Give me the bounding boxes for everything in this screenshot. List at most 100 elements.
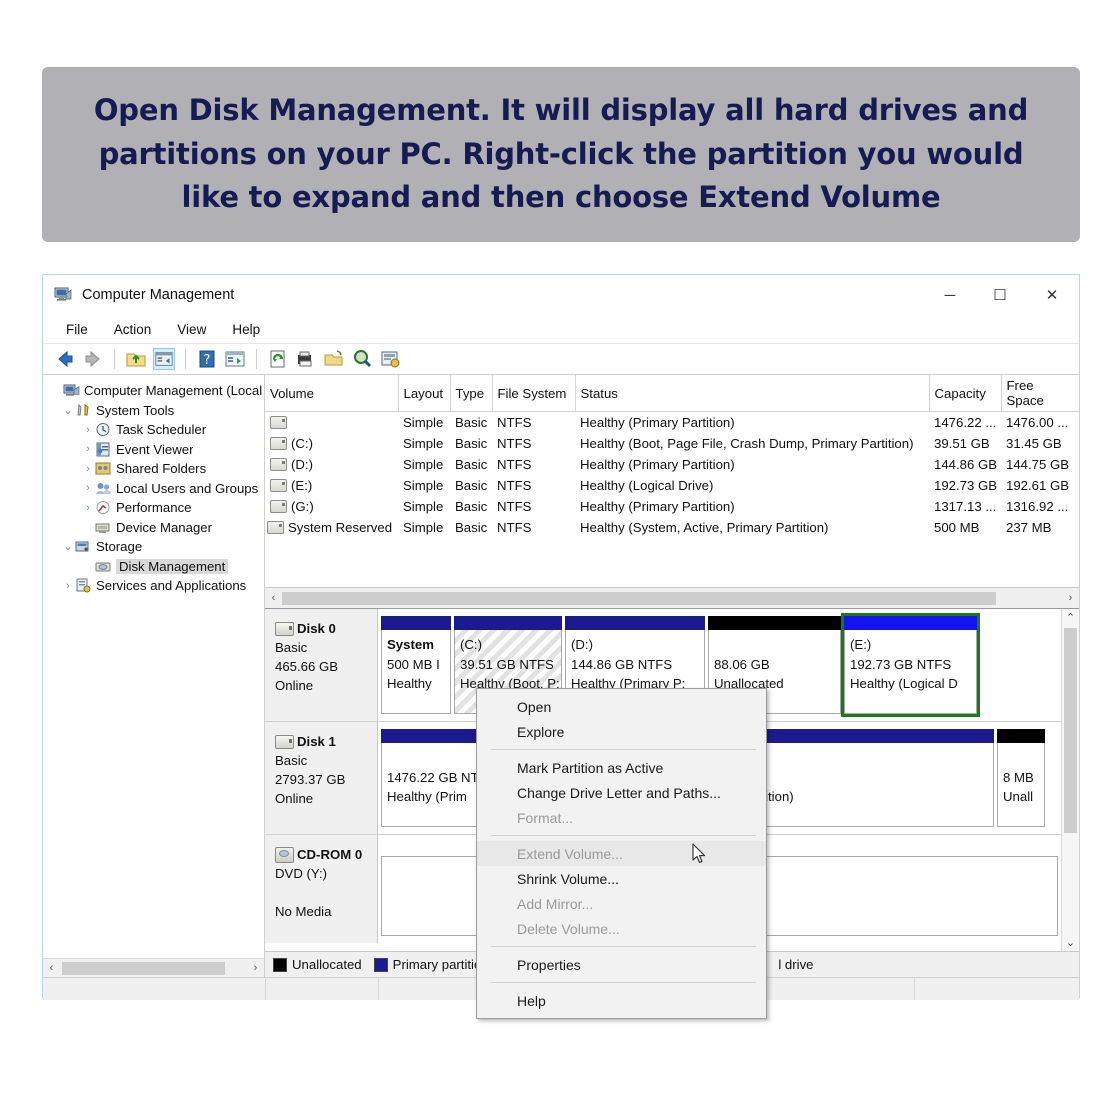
partition-title xyxy=(1003,748,1039,768)
scrollbar-thumb[interactable] xyxy=(62,962,225,975)
scroll-right-arrow[interactable]: › xyxy=(247,962,264,974)
column-header-volume[interactable]: Volume xyxy=(265,375,398,412)
zoom-icon[interactable] xyxy=(351,348,373,370)
context-menu-item-open[interactable]: Open xyxy=(477,694,766,719)
open-folder-icon[interactable] xyxy=(323,348,345,370)
expander-right-icon[interactable]: › xyxy=(61,580,75,592)
volume-list-horizontal-scrollbar[interactable]: ‹ › xyxy=(265,587,1079,609)
expander-down-icon[interactable]: ⌄ xyxy=(61,404,75,417)
context-menu-item-explore[interactable]: Explore xyxy=(477,719,766,744)
cell-capacity: 1476.22 ... xyxy=(929,412,1001,434)
context-menu-item-properties[interactable]: Properties xyxy=(477,952,766,977)
help-icon[interactable]: ? xyxy=(196,348,218,370)
sidebar-horizontal-scrollbar[interactable]: ‹ › xyxy=(43,958,264,977)
column-header-file-system[interactable]: File System xyxy=(492,375,575,412)
performance-icon xyxy=(95,500,112,515)
close-button[interactable]: ✕ xyxy=(1025,275,1079,315)
table-row[interactable]: (G:) Simple Basic NTFS Healthy (Primary … xyxy=(265,496,1079,517)
properties-pane-icon[interactable] xyxy=(224,348,246,370)
context-menu-item-shrink-volume[interactable]: Shrink Volume... xyxy=(477,866,766,891)
back-arrow-icon[interactable] xyxy=(54,348,76,370)
table-row[interactable]: (D:) Simple Basic NTFS Healthy (Primary … xyxy=(265,454,1079,475)
tree-item-shared-folders[interactable]: › Shared Folders xyxy=(45,459,264,479)
scroll-up-arrow[interactable]: ⌃ xyxy=(1066,609,1075,626)
scrollbar-thumb[interactable] xyxy=(1064,628,1077,833)
sidebar-item-disk-management[interactable]: Disk Management xyxy=(45,557,264,577)
tree-label: Device Manager xyxy=(116,520,212,535)
shared-folders-icon xyxy=(95,461,112,476)
context-menu-item-extend-volume[interactable]: Extend Volume... xyxy=(477,841,766,866)
tree-item-performance[interactable]: › Performance xyxy=(45,498,264,518)
partition-e[interactable]: (E:) 192.73 GB NTFS Healthy (Logical D xyxy=(844,616,977,714)
tree-item-system-tools[interactable]: ⌄ System Tools xyxy=(45,401,264,421)
tree-label: Task Scheduler xyxy=(116,422,206,437)
cell-file-system: NTFS xyxy=(492,412,575,434)
column-header-layout[interactable]: Layout xyxy=(398,375,450,412)
scroll-down-arrow[interactable]: ⌄ xyxy=(1066,934,1075,951)
expander-right-icon[interactable]: › xyxy=(81,424,95,436)
tree-label: Event Viewer xyxy=(116,442,193,457)
menu-action[interactable]: Action xyxy=(101,320,165,339)
expander-down-icon[interactable]: ⌄ xyxy=(61,540,75,553)
menu-view[interactable]: View xyxy=(164,320,219,339)
menu-help[interactable]: Help xyxy=(219,320,273,339)
expander-right-icon[interactable]: › xyxy=(81,482,95,494)
partition-unallocated-disk-1[interactable]: 8 MB Unall xyxy=(997,729,1045,827)
context-menu-separator xyxy=(491,982,756,983)
scroll-left-arrow[interactable]: ‹ xyxy=(43,962,60,974)
expander-right-icon[interactable]: › xyxy=(81,502,95,514)
forward-arrow-icon[interactable] xyxy=(82,348,104,370)
scroll-right-arrow[interactable]: › xyxy=(1062,592,1079,604)
table-row[interactable]: (C:) Simple Basic NTFS Healthy (Boot, Pa… xyxy=(265,433,1079,454)
context-menu-item-mark-partition-as-active[interactable]: Mark Partition as Active xyxy=(477,755,766,780)
column-header-type[interactable]: Type xyxy=(450,375,492,412)
table-row[interactable]: (E:) Simple Basic NTFS Healthy (Logical … xyxy=(265,475,1079,496)
maximize-button[interactable]: ☐ xyxy=(975,275,1025,315)
tree-item-local-users-and-groups[interactable]: › Local Users and Groups xyxy=(45,479,264,499)
expander-right-icon[interactable]: › xyxy=(81,463,95,475)
expander-right-icon[interactable]: › xyxy=(81,443,95,455)
table-row[interactable]: Simple Basic NTFS Healthy (Primary Parti… xyxy=(265,412,1079,434)
cell-file-system: NTFS xyxy=(492,454,575,475)
graphic-view-vertical-scrollbar[interactable]: ⌃ ⌄ xyxy=(1061,609,1079,951)
cell-layout: Simple xyxy=(398,517,450,538)
column-header-free-space[interactable]: Free Space xyxy=(1001,375,1079,412)
disk-capacity: 465.66 GB xyxy=(275,657,377,676)
cell-volume: (D:) xyxy=(265,454,398,475)
tree-item-storage[interactable]: ⌄ Storage xyxy=(45,537,264,557)
cell-status: Healthy (System, Active, Primary Partiti… xyxy=(575,517,929,538)
tree-item-task-scheduler[interactable]: › Task Scheduler xyxy=(45,420,264,440)
context-menu-item-change-drive-letter-and-paths[interactable]: Change Drive Letter and Paths... xyxy=(477,780,766,805)
partition-color-bar xyxy=(997,729,1045,743)
cdrom-blank-line xyxy=(275,883,377,902)
disk-settings-icon[interactable] xyxy=(379,348,401,370)
partition-info: 8 MB Unall xyxy=(997,743,1045,827)
tree-item-computer-management[interactable]: Computer Management (Local xyxy=(45,381,264,401)
cell-type: Basic xyxy=(450,412,492,434)
console-tree: Computer Management (Local ⌄ System Tool… xyxy=(43,375,264,596)
cell-capacity: 192.73 GB xyxy=(929,475,1001,496)
tree-item-device-manager[interactable]: Device Manager xyxy=(45,518,264,538)
scrollbar-thumb[interactable] xyxy=(282,592,996,605)
table-row[interactable]: System Reserved Simple Basic NTFS Health… xyxy=(265,517,1079,538)
cell-layout: Simple xyxy=(398,496,450,517)
column-header-capacity[interactable]: Capacity xyxy=(929,375,1001,412)
context-menu-separator xyxy=(491,946,756,947)
show-hide-tree-icon[interactable] xyxy=(153,348,175,370)
tree-item-services-and-applications[interactable]: › Services and Applications xyxy=(45,576,264,596)
context-menu-separator xyxy=(491,749,756,750)
tree-item-event-viewer[interactable]: › Event Viewer xyxy=(45,440,264,460)
column-header-status[interactable]: Status xyxy=(575,375,929,412)
partition-title: (D:) xyxy=(571,635,699,655)
partition-system-reserved[interactable]: System 500 MB I Healthy xyxy=(381,616,451,714)
context-menu-item-help[interactable]: Help xyxy=(477,988,766,1013)
up-folder-icon[interactable] xyxy=(125,348,147,370)
export-list-icon[interactable] xyxy=(295,348,317,370)
tree-label: Performance xyxy=(116,500,192,515)
svg-text:?: ? xyxy=(204,353,211,368)
refresh-icon[interactable] xyxy=(267,348,289,370)
minimize-button[interactable]: ─ xyxy=(925,275,975,315)
menu-file[interactable]: File xyxy=(53,320,101,339)
scroll-left-arrow[interactable]: ‹ xyxy=(265,592,282,604)
cell-status: Healthy (Primary Partition) xyxy=(575,496,929,517)
